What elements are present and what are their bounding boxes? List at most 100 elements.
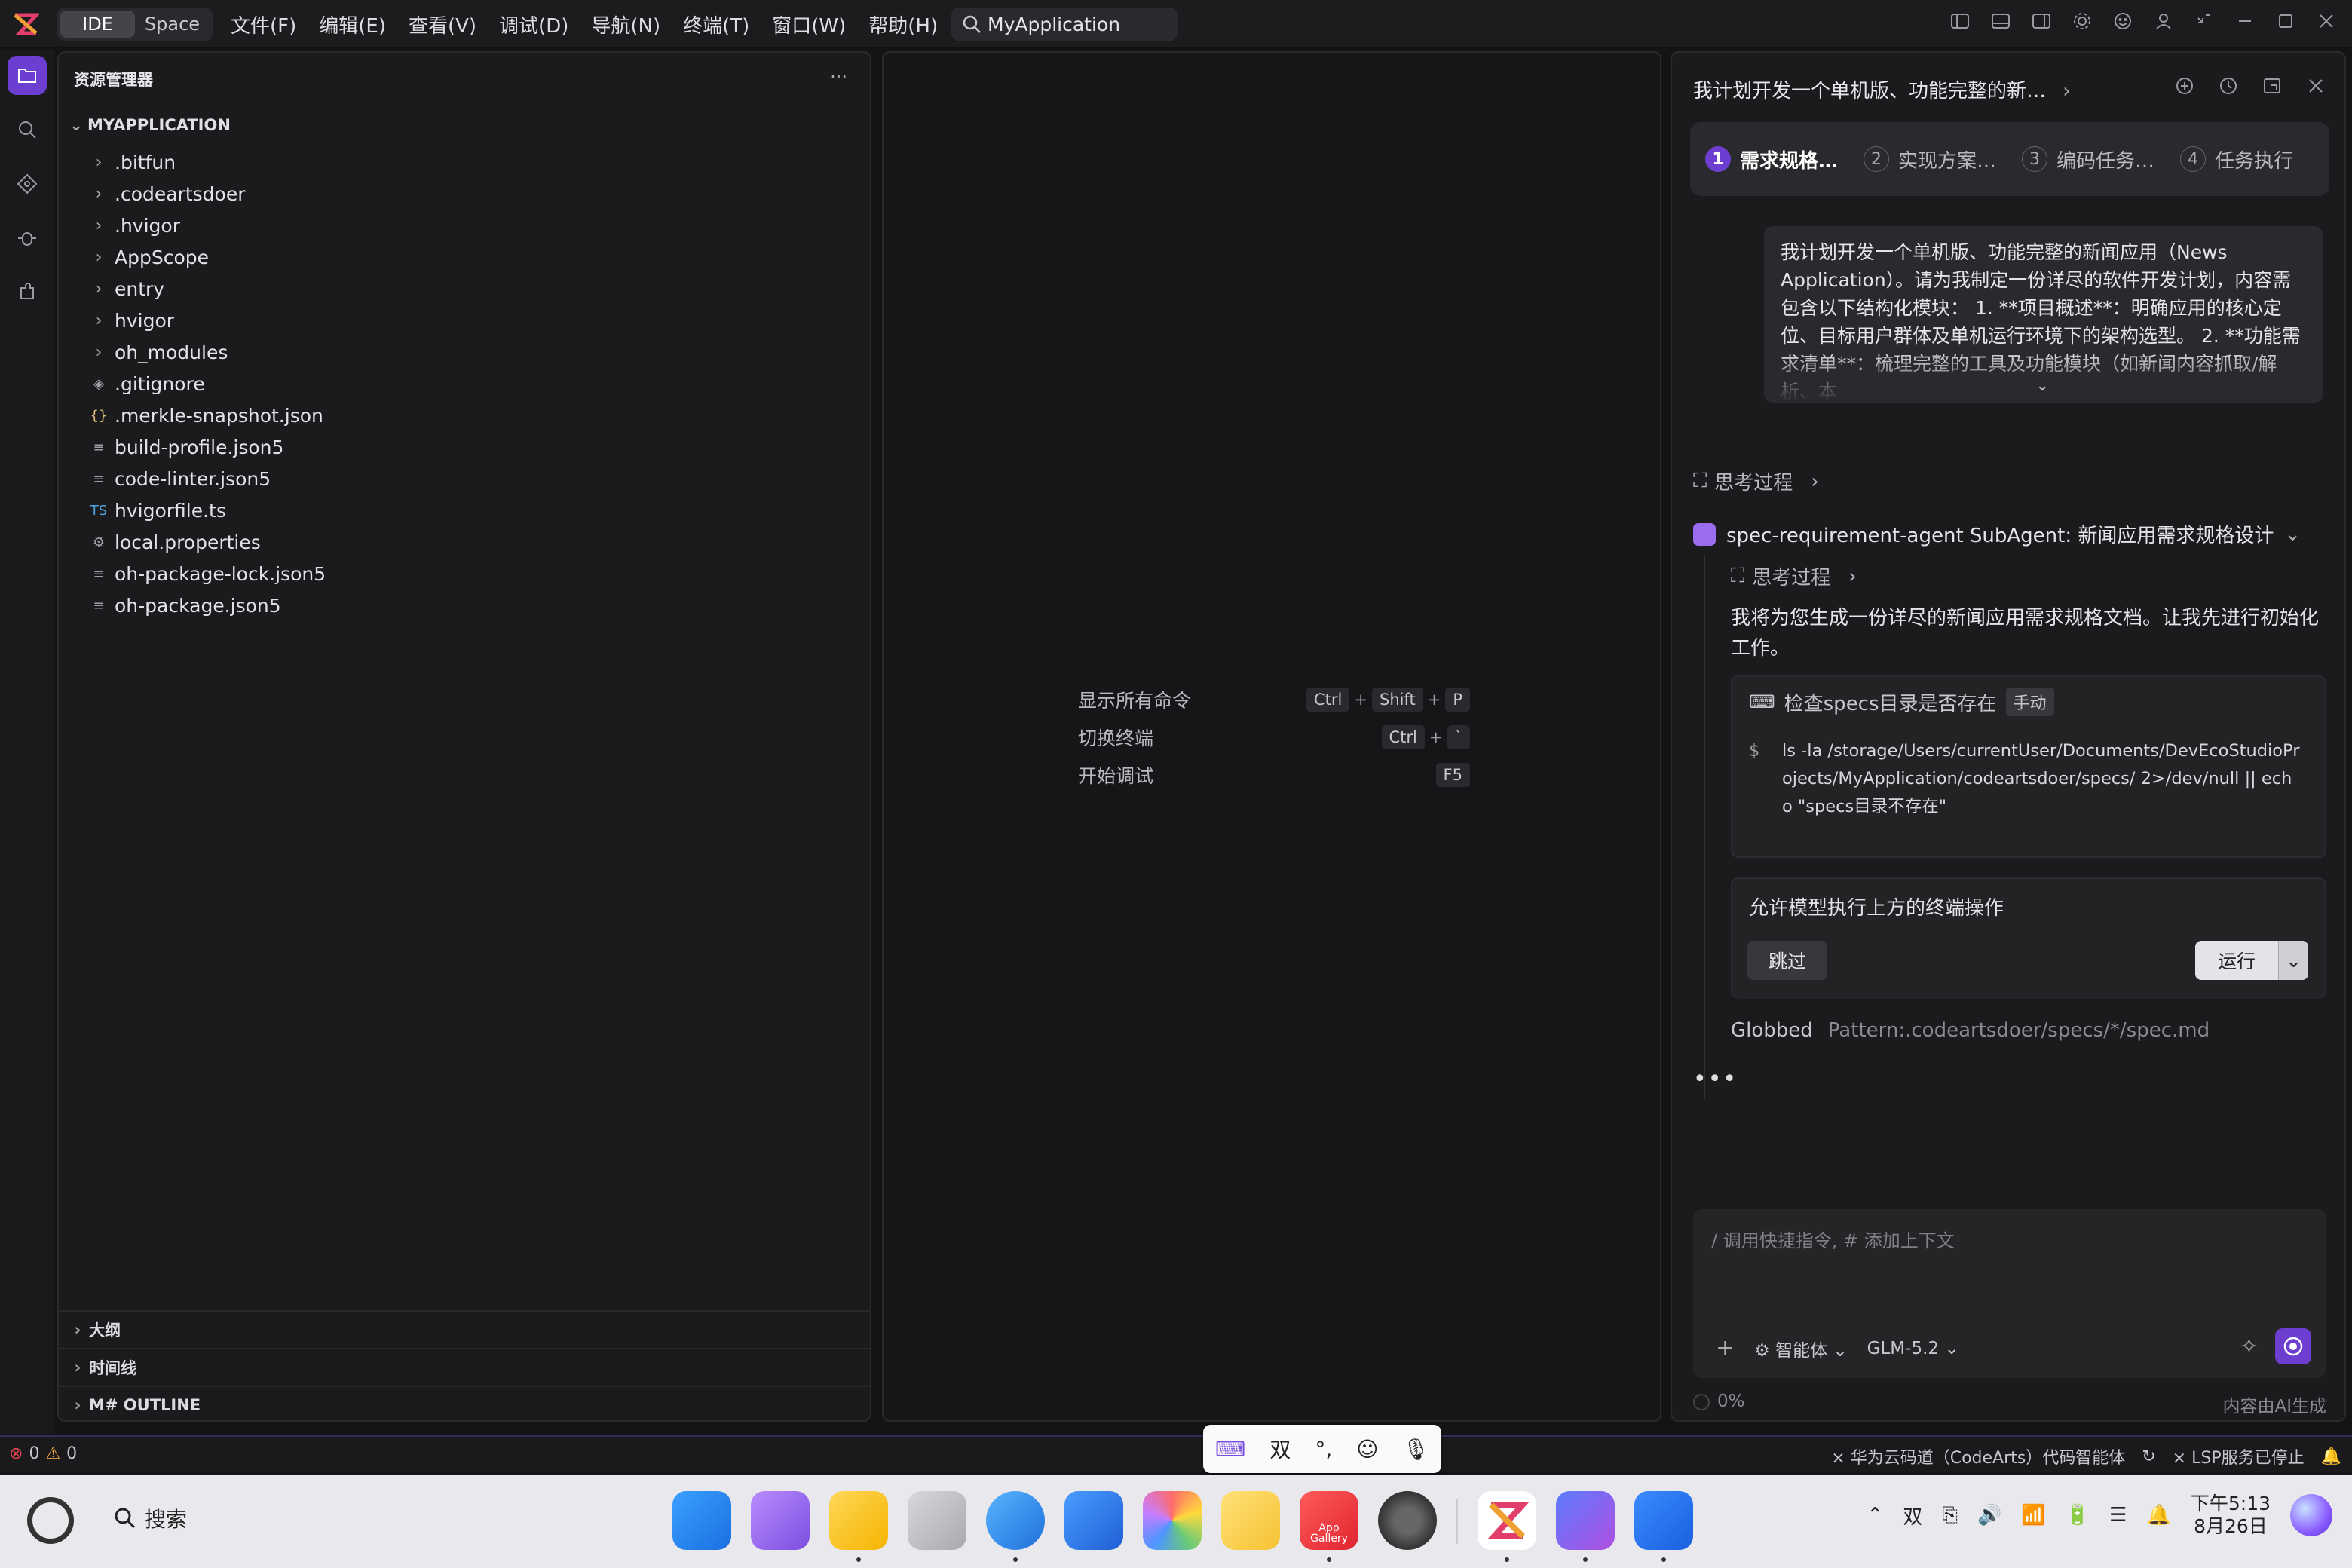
agent-thinking-toggle[interactable]: ⛶ 思考过程 ›: [1731, 562, 1857, 590]
search-files-icon[interactable]: [8, 110, 47, 149]
section-m-outline[interactable]: › M# OUTLINE: [59, 1386, 870, 1423]
stop-button[interactable]: [2275, 1328, 2311, 1364]
start-button[interactable]: [27, 1497, 74, 1544]
thinking-toggle[interactable]: ⛶ 思考过程 ›: [1693, 467, 1819, 495]
wifi-icon[interactable]: 📶: [2021, 1504, 2045, 1527]
bell-icon[interactable]: 🔔: [2146, 1504, 2170, 1527]
assistant-orb-icon[interactable]: [2290, 1494, 2332, 1536]
settings-icon[interactable]: [2070, 9, 2094, 33]
menu-help[interactable]: 帮助(H): [868, 11, 938, 38]
expand-chevron-icon[interactable]: ⌄: [2035, 372, 2049, 400]
notes-app-icon[interactable]: [1221, 1491, 1280, 1550]
tree-folder[interactable]: › .bitfun: [59, 146, 870, 178]
tree-folder[interactable]: › .codeartsdoer: [59, 178, 870, 210]
tree-folder[interactable]: › entry: [59, 273, 870, 305]
ide-app-icon[interactable]: [1478, 1491, 1536, 1562]
command-search[interactable]: MyApplication: [951, 8, 1178, 41]
menu-debug[interactable]: 调试(D): [499, 11, 568, 38]
tree-folder[interactable]: › .hvigor: [59, 210, 870, 241]
lsp-status[interactable]: ⨯ LSP服务已停止: [2173, 1444, 2305, 1468]
devtool-app-icon[interactable]: [1556, 1491, 1615, 1562]
settings-app-icon[interactable]: [1378, 1491, 1437, 1550]
agent-mode-select[interactable]: ⚙ 智能体 ⌄: [1754, 1336, 1848, 1361]
tree-file[interactable]: ≡ build-profile.json5: [59, 431, 870, 463]
mode-switch[interactable]: IDE Space: [57, 8, 213, 41]
tree-folder[interactable]: › hvigor: [59, 305, 870, 336]
sparkle-icon[interactable]: ✧: [2240, 1334, 2259, 1360]
project-root[interactable]: ⌄ MYAPPLICATION: [65, 116, 231, 134]
toggle-auxbar-icon[interactable]: [2029, 9, 2053, 33]
menu-file[interactable]: 文件(F): [231, 11, 296, 38]
emoji-icon[interactable]: ☺: [1356, 1437, 1378, 1462]
clock[interactable]: 下午5:13 8月26日: [2191, 1493, 2271, 1538]
tree-file[interactable]: {} .merkle-snapshot.json: [59, 400, 870, 431]
tree-file[interactable]: ≡ code-linter.json5: [59, 463, 870, 495]
microphone-icon[interactable]: 🎙: [1402, 1437, 1429, 1462]
maximize-icon[interactable]: [2274, 9, 2298, 33]
step-requirements[interactable]: 1 需求规格…: [1705, 145, 1838, 173]
sync-icon[interactable]: ↻: [2142, 1447, 2155, 1466]
extensions-icon[interactable]: [8, 273, 47, 312]
chat-title[interactable]: 我计划开发一个单机版、功能完整的新… ›: [1693, 75, 2071, 103]
step-coding-tasks[interactable]: 3 编码任务…: [2022, 145, 2154, 173]
tray-ime[interactable]: 双: [1903, 1502, 1922, 1530]
battery-icon[interactable]: 🔋: [2066, 1504, 2090, 1527]
new-chat-icon[interactable]: [2173, 74, 2197, 98]
photos-app-icon[interactable]: [1143, 1491, 1202, 1550]
menu-view[interactable]: 查看(V): [409, 11, 476, 38]
problems-indicator[interactable]: ⊗ 0 ⚠ 0: [9, 1444, 77, 1463]
menu-window[interactable]: 窗口(W): [772, 11, 846, 38]
mode-space-button[interactable]: Space: [135, 11, 210, 38]
tree-file[interactable]: ◈ .gitignore: [59, 368, 870, 400]
menu-edit[interactable]: 编辑(E): [319, 11, 386, 38]
trash-app-icon[interactable]: [908, 1491, 966, 1550]
toggle-panel-icon[interactable]: [1989, 9, 2013, 33]
notification-icon[interactable]: 🔔: [2321, 1447, 2341, 1466]
tree-folder[interactable]: › AppScope: [59, 241, 870, 273]
account-icon[interactable]: [2151, 9, 2176, 33]
control-center-icon[interactable]: ☰: [2109, 1504, 2127, 1527]
close-panel-icon[interactable]: [2304, 74, 2328, 98]
step-design[interactable]: 2 实现方案…: [1864, 145, 1996, 173]
ime-punct[interactable]: °,: [1315, 1437, 1332, 1462]
menu-terminal[interactable]: 终端(T): [683, 11, 749, 38]
close-icon[interactable]: [2314, 9, 2338, 33]
more-actions-icon[interactable]: ···: [830, 66, 847, 87]
run-options-chevron-icon[interactable]: ⌄: [2278, 941, 2308, 980]
taskbar-search[interactable]: 搜索: [113, 1503, 187, 1533]
debug-icon[interactable]: [8, 219, 47, 258]
tree-file[interactable]: ⚙ local.properties: [59, 526, 870, 558]
history-icon[interactable]: [2216, 74, 2240, 98]
explorer-icon[interactable]: [8, 56, 47, 95]
chat-input[interactable]: / 调用快捷指令, # 添加上下文 + ⚙ 智能体 ⌄ GLM-5.2 ⌄ ✧: [1693, 1209, 2326, 1378]
multitask-app-icon[interactable]: [751, 1491, 810, 1550]
menu-navigate[interactable]: 导航(N): [591, 11, 660, 38]
app-center-icon[interactable]: [1634, 1491, 1693, 1562]
feedback-icon[interactable]: [2111, 9, 2135, 33]
tree-file[interactable]: ≡ oh-package-lock.json5: [59, 558, 870, 590]
section-outline[interactable]: › 大纲: [59, 1310, 870, 1348]
agent-status[interactable]: ⨯ 华为云码道（CodeArts）代码智能体: [1831, 1444, 2125, 1468]
app-gallery-icon[interactable]: App Gallery: [1300, 1491, 1358, 1562]
step-execution[interactable]: 4 任务执行: [2180, 145, 2293, 173]
app-launcher-icon[interactable]: [672, 1491, 731, 1550]
keyboard-icon[interactable]: ⌨: [1215, 1437, 1245, 1462]
skip-button[interactable]: 跳过: [1747, 941, 1827, 980]
chevron-up-icon[interactable]: ⌃: [1867, 1504, 1883, 1527]
toggle-sidebar-icon[interactable]: [1948, 9, 1972, 33]
open-in-editor-icon[interactable]: [2260, 74, 2284, 98]
model-select[interactable]: GLM-5.2 ⌄: [1867, 1339, 1959, 1358]
add-context-icon[interactable]: +: [1716, 1335, 1735, 1361]
browser-app-icon[interactable]: [986, 1491, 1045, 1562]
volume-icon[interactable]: 🔊: [1977, 1504, 2001, 1527]
minimize-icon[interactable]: [2233, 9, 2257, 33]
ime-mode[interactable]: 双: [1269, 1434, 1291, 1464]
restore-icon[interactable]: [2192, 9, 2216, 33]
mail-app-icon[interactable]: [1064, 1491, 1123, 1550]
files-app-icon[interactable]: [829, 1491, 888, 1562]
tree-file[interactable]: ≡ oh-package.json5: [59, 590, 870, 621]
section-timeline[interactable]: › 时间线: [59, 1348, 870, 1386]
mode-ide-button[interactable]: IDE: [60, 11, 135, 38]
subagent-header[interactable]: spec-requirement-agent SubAgent: 新闻应用需求规…: [1693, 520, 2301, 548]
source-control-icon[interactable]: [8, 164, 47, 204]
